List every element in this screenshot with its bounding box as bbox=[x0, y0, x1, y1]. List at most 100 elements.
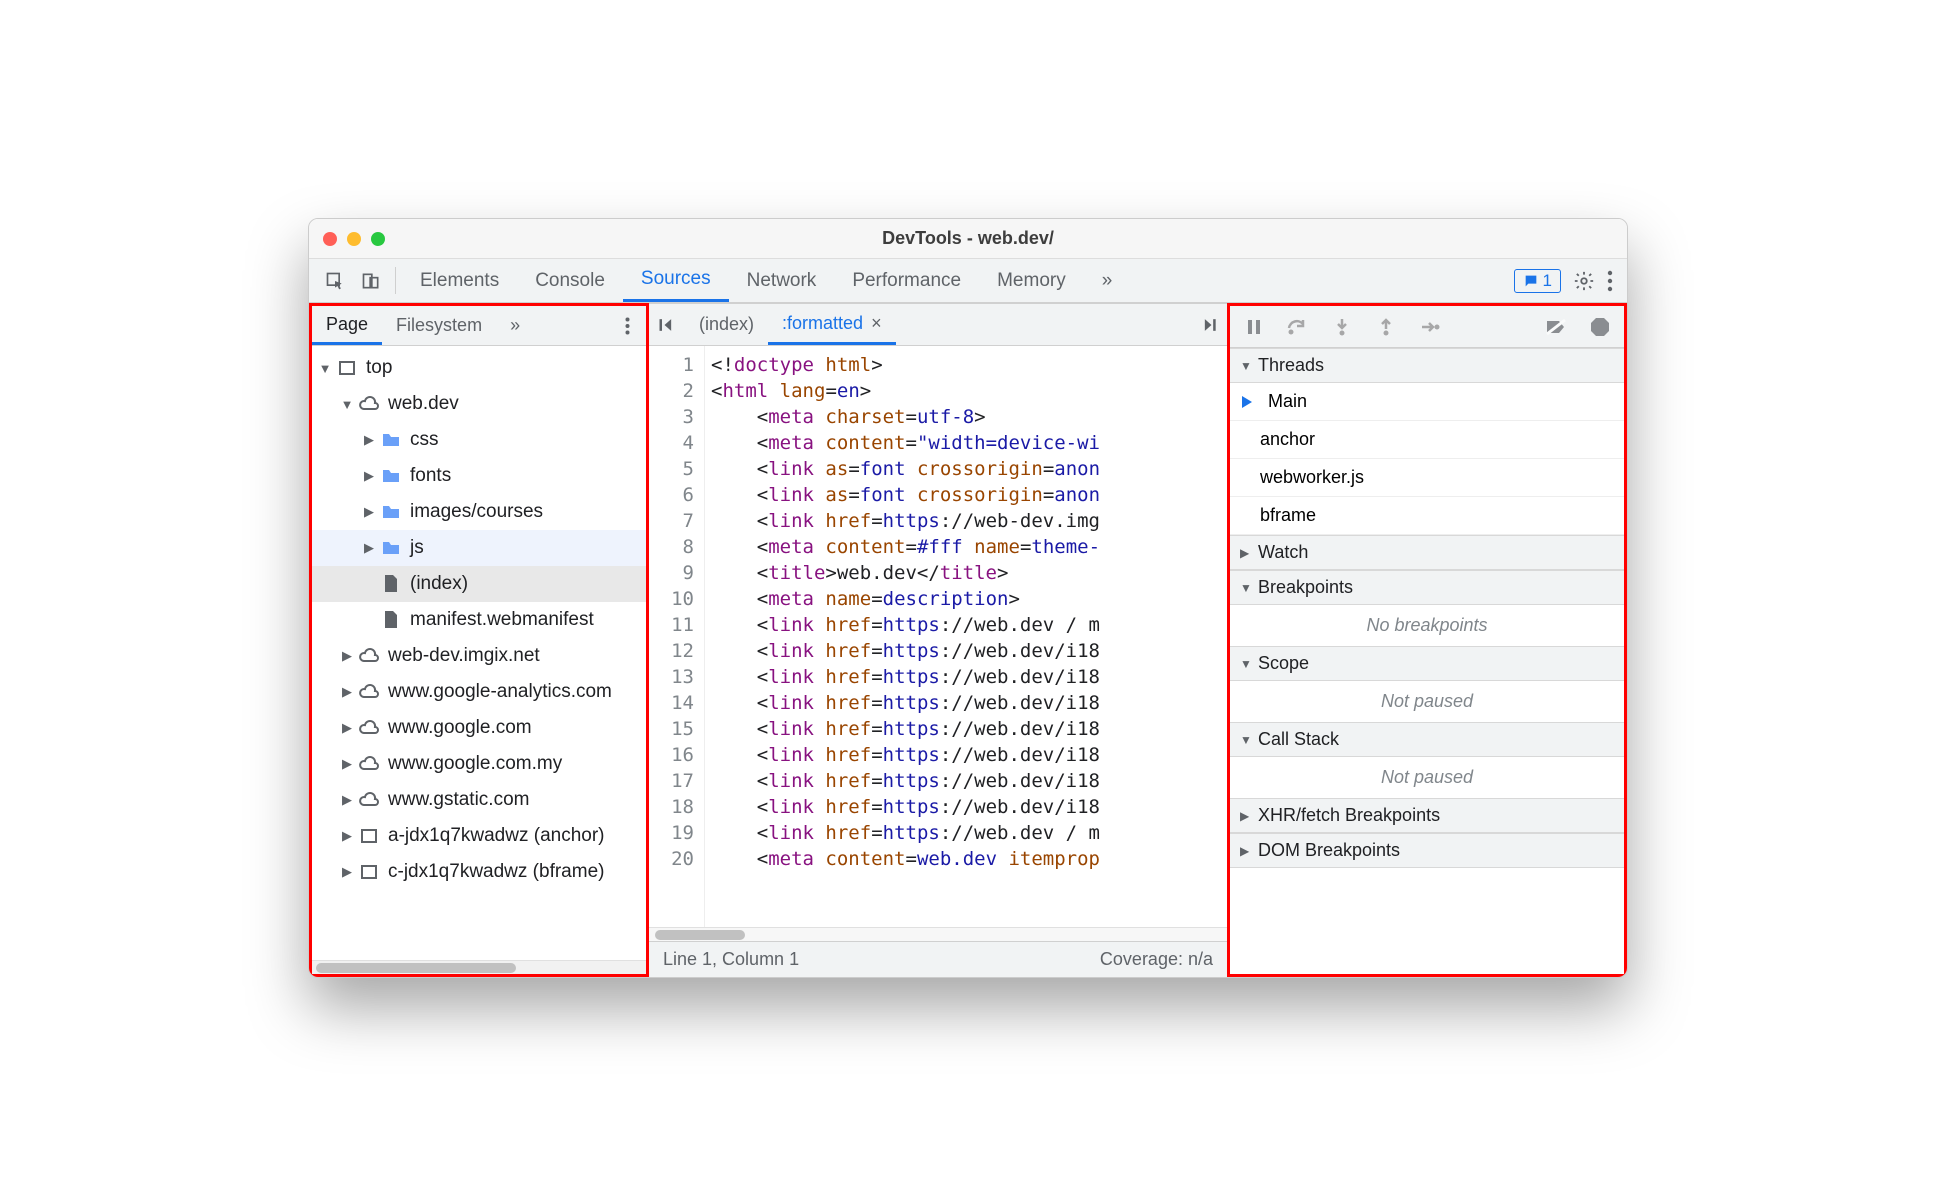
kebab-menu-icon[interactable] bbox=[1607, 270, 1613, 292]
pause-on-exceptions-icon[interactable] bbox=[1588, 315, 1612, 339]
editor-nav-forward-icon[interactable] bbox=[1191, 304, 1227, 345]
devtools-window: DevTools - web.dev/ ElementsConsoleSourc… bbox=[308, 218, 1628, 978]
cloud-icon bbox=[358, 717, 380, 739]
thread-item[interactable]: webworker.js bbox=[1230, 459, 1624, 497]
expand-arrow-icon[interactable]: ▶ bbox=[340, 720, 354, 736]
expand-arrow-icon[interactable]: ▶ bbox=[340, 648, 354, 664]
maximize-window-button[interactable] bbox=[371, 232, 385, 246]
tab-performance[interactable]: Performance bbox=[834, 259, 979, 302]
expand-arrow-icon[interactable]: ▶ bbox=[340, 864, 354, 880]
step-icon[interactable] bbox=[1418, 315, 1442, 339]
section-label: Scope bbox=[1258, 653, 1309, 674]
cloud-icon bbox=[358, 393, 380, 415]
section-label: XHR/fetch Breakpoints bbox=[1258, 805, 1440, 826]
editor-tab[interactable]: (index) bbox=[685, 304, 768, 345]
tree-item[interactable]: ▶ c-jdx1q7kwadwz (bframe) bbox=[312, 854, 646, 890]
expand-arrow-icon[interactable]: ▶ bbox=[340, 828, 354, 844]
section-header[interactable]: ▼Call Stack bbox=[1230, 722, 1624, 757]
expand-arrow-icon[interactable]: ▶ bbox=[340, 684, 354, 700]
tree-item[interactable]: ▶fonts bbox=[312, 458, 646, 494]
editor-tab-label: :formatted bbox=[782, 313, 863, 334]
frame-icon bbox=[358, 825, 380, 847]
navigator-tab-filesystem[interactable]: Filesystem bbox=[382, 306, 496, 345]
expand-arrow-icon[interactable]: ▼ bbox=[318, 361, 332, 376]
deactivate-breakpoints-icon[interactable] bbox=[1544, 315, 1568, 339]
editor-h-scrollbar[interactable] bbox=[649, 927, 1227, 941]
pause-icon[interactable] bbox=[1242, 315, 1266, 339]
tab-elements[interactable]: Elements bbox=[402, 259, 517, 302]
section-label: Call Stack bbox=[1258, 729, 1339, 750]
issues-badge[interactable]: 1 bbox=[1514, 269, 1561, 293]
expand-arrow-icon[interactable]: ▶ bbox=[362, 468, 376, 484]
thread-item[interactable]: Main bbox=[1230, 383, 1624, 421]
expand-arrow-icon[interactable]: ▶ bbox=[362, 540, 376, 556]
tree-item-label: a-jdx1q7kwadwz (anchor) bbox=[388, 825, 605, 847]
navigator-more-tabs[interactable]: » bbox=[496, 306, 534, 345]
tree-item-label: c-jdx1q7kwadwz (bframe) bbox=[388, 861, 604, 883]
cloud-icon bbox=[358, 753, 380, 775]
chevron-icon: ▼ bbox=[1240, 581, 1252, 595]
section-header[interactable]: ▼ Scope bbox=[1230, 646, 1624, 681]
tree-item[interactable]: ▶js bbox=[312, 530, 646, 566]
inspect-element-icon[interactable] bbox=[317, 259, 353, 302]
tree-item[interactable]: ▶images/courses bbox=[312, 494, 646, 530]
window-controls bbox=[323, 232, 385, 246]
tree-item[interactable]: ▼top bbox=[312, 350, 646, 386]
step-over-icon[interactable] bbox=[1286, 315, 1310, 339]
navigator-tab-page[interactable]: Page bbox=[312, 306, 382, 345]
close-tab-icon[interactable]: × bbox=[871, 313, 882, 334]
section-header[interactable]: ▼Threads bbox=[1230, 348, 1624, 383]
tab-sources[interactable]: Sources bbox=[623, 259, 729, 302]
tab-console[interactable]: Console bbox=[517, 259, 623, 302]
tree-item-label: www.google-analytics.com bbox=[388, 681, 612, 703]
cloud-icon bbox=[358, 681, 380, 703]
editor-nav-back-icon[interactable] bbox=[649, 304, 685, 345]
editor-statusbar: Line 1, Column 1 Coverage: n/a bbox=[649, 941, 1227, 977]
step-into-icon[interactable] bbox=[1330, 315, 1354, 339]
tab-network[interactable]: Network bbox=[729, 259, 835, 302]
tree-item[interactable]: ▶ css bbox=[312, 422, 646, 458]
section-header[interactable]: ▶XHR/fetch Breakpoints bbox=[1230, 798, 1624, 833]
folder-icon bbox=[380, 429, 402, 451]
tree-item[interactable]: (index) bbox=[312, 566, 646, 602]
chevron-icon: ▼ bbox=[1240, 657, 1252, 671]
tree-item[interactable]: ▶www.gstatic.com bbox=[312, 782, 646, 818]
chevron-icon: ▶ bbox=[1240, 844, 1252, 858]
thread-item[interactable]: anchor bbox=[1230, 421, 1624, 459]
expand-arrow-icon[interactable]: ▶ bbox=[340, 792, 354, 808]
tree-item[interactable]: ▶ a-jdx1q7kwadwz (anchor) bbox=[312, 818, 646, 854]
tree-item[interactable]: ▶www.google.com.my bbox=[312, 746, 646, 782]
step-out-icon[interactable] bbox=[1374, 315, 1398, 339]
expand-arrow-icon[interactable]: ▶ bbox=[362, 432, 376, 448]
tree-item[interactable]: ▶ www.google-analytics.com bbox=[312, 674, 646, 710]
code-editor[interactable]: 1234567891011121314151617181920 <!doctyp… bbox=[649, 346, 1227, 927]
tree-item[interactable]: manifest.webmanifest bbox=[312, 602, 646, 638]
thread-item[interactable]: bframe bbox=[1230, 497, 1624, 535]
tree-item-label: css bbox=[410, 429, 439, 451]
section-header[interactable]: ▼Breakpoints bbox=[1230, 570, 1624, 605]
section-header[interactable]: ▶Watch bbox=[1230, 535, 1624, 570]
editor-tab-label: (index) bbox=[699, 314, 754, 335]
code-content[interactable]: <!doctype html><html lang=en> <meta char… bbox=[705, 346, 1227, 927]
file-tree[interactable]: ▼top▼web.dev ▶ css ▶fonts▶images/courses▶js… bbox=[312, 346, 646, 960]
settings-icon[interactable] bbox=[1573, 270, 1595, 292]
close-window-button[interactable] bbox=[323, 232, 337, 246]
minimize-window-button[interactable] bbox=[347, 232, 361, 246]
tree-item[interactable]: ▼web.dev bbox=[312, 386, 646, 422]
scope-empty: Not paused bbox=[1230, 681, 1624, 722]
frame-icon bbox=[358, 861, 380, 883]
navigator-h-scrollbar[interactable] bbox=[312, 960, 646, 974]
navigator-kebab-icon[interactable] bbox=[608, 306, 646, 345]
debugger-sections: ▼ThreadsMainanchorwebworker.jsbframe▶Wat… bbox=[1230, 348, 1624, 974]
device-toggle-icon[interactable] bbox=[353, 259, 389, 302]
expand-arrow-icon[interactable]: ▼ bbox=[340, 397, 354, 412]
section-header[interactable]: ▶DOM Breakpoints bbox=[1230, 833, 1624, 868]
expand-arrow-icon[interactable]: ▶ bbox=[340, 756, 354, 772]
tree-item[interactable]: ▶web-dev.imgix.net bbox=[312, 638, 646, 674]
tab-memory[interactable]: Memory bbox=[979, 259, 1084, 302]
expand-arrow-icon[interactable]: ▶ bbox=[362, 504, 376, 520]
more-tabs-button[interactable]: » bbox=[1084, 259, 1131, 302]
divider bbox=[395, 267, 396, 294]
editor-tab[interactable]: :formatted × bbox=[768, 304, 896, 345]
tree-item[interactable]: ▶www.google.com bbox=[312, 710, 646, 746]
